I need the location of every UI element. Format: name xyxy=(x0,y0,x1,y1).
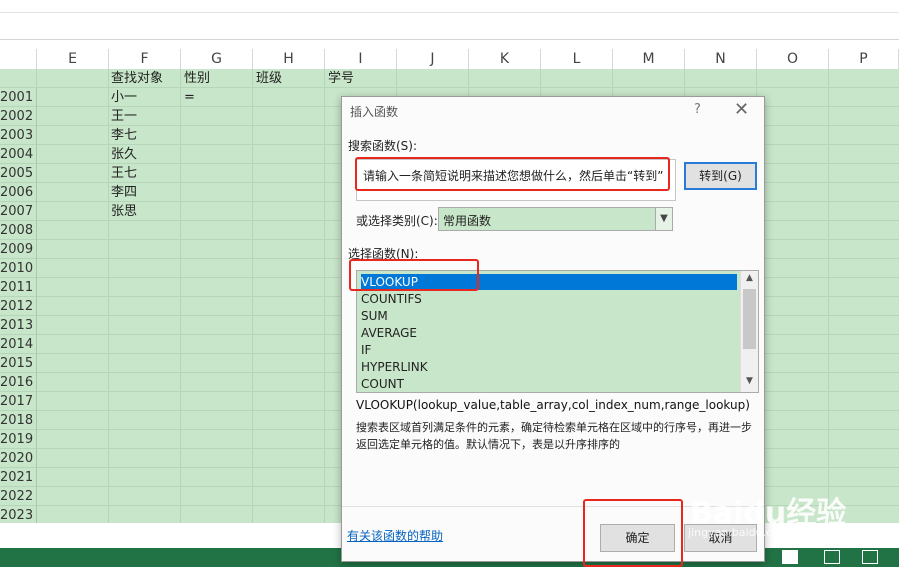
row-number[interactable]: 2021 xyxy=(0,468,37,487)
row-number[interactable]: 2020 xyxy=(0,449,37,468)
highlight-box xyxy=(583,499,683,567)
row-number[interactable]: 2005 xyxy=(0,164,37,183)
cell-i-header[interactable]: 学号 xyxy=(328,69,354,88)
go-button[interactable]: 转到(G) xyxy=(684,162,757,190)
row-number[interactable]: 2013 xyxy=(0,316,37,335)
cell-f[interactable]: 张久 xyxy=(111,145,137,164)
page-break-icon[interactable] xyxy=(862,550,878,564)
column-header-m[interactable]: M xyxy=(613,49,685,69)
cell-f-header[interactable]: 查找对象 xyxy=(111,69,163,88)
column-header-f[interactable]: F xyxy=(109,49,181,69)
column-header-o[interactable]: O xyxy=(757,49,829,69)
cell-h-header[interactable]: 班级 xyxy=(256,69,282,88)
row-number[interactable]: 2006 xyxy=(0,183,37,202)
scroll-thumb[interactable] xyxy=(743,289,756,349)
column-header-i[interactable]: I xyxy=(325,49,397,69)
column-header-j[interactable]: J xyxy=(397,49,469,69)
cell-g-formula[interactable]: = xyxy=(184,88,195,107)
highlight-box xyxy=(349,259,479,291)
cell-f[interactable]: 李七 xyxy=(111,126,137,145)
row-number[interactable]: 2011 xyxy=(0,278,37,297)
row-number[interactable]: 2012 xyxy=(0,297,37,316)
column-header-e[interactable]: E xyxy=(37,49,109,69)
row-number[interactable]: 2023 xyxy=(0,506,37,523)
cell-f[interactable]: 王一 xyxy=(111,107,137,126)
help-icon[interactable]: ? xyxy=(694,102,701,117)
column-headers: E F G H I J K L M N O P xyxy=(0,49,899,70)
row-number[interactable]: 2003 xyxy=(0,126,37,145)
row-number[interactable]: 2022 xyxy=(0,487,37,506)
list-item[interactable]: SUM xyxy=(361,308,737,324)
row-number[interactable]: 2010 xyxy=(0,259,37,278)
category-value: 常用函数 xyxy=(443,214,492,228)
row-number[interactable]: 2002 xyxy=(0,107,37,126)
function-help-link[interactable]: 有关该函数的帮助 xyxy=(347,527,443,544)
list-item[interactable]: COUNTIFS xyxy=(361,291,737,307)
column-header-g[interactable]: G xyxy=(181,49,253,69)
cell-f[interactable]: 张思 xyxy=(111,202,137,221)
close-icon[interactable]: ✕ xyxy=(734,99,749,120)
row-number[interactable]: 2019 xyxy=(0,430,37,449)
scroll-down-icon[interactable]: ▼ xyxy=(741,376,758,390)
column-header-h[interactable]: H xyxy=(253,49,325,69)
column-header-n[interactable]: N xyxy=(685,49,757,69)
row-number[interactable]: 2008 xyxy=(0,221,37,240)
chevron-down-icon[interactable]: ▼ xyxy=(655,208,672,230)
corner-cell[interactable] xyxy=(0,49,37,69)
dialog-title: 插入函数 xyxy=(350,105,399,119)
row-number[interactable]: 2018 xyxy=(0,411,37,430)
divider xyxy=(0,39,899,40)
normal-view-icon[interactable] xyxy=(782,550,798,564)
scroll-up-icon[interactable]: ▲ xyxy=(741,273,758,287)
divider xyxy=(0,12,899,13)
row-number[interactable]: 2017 xyxy=(0,392,37,411)
list-item[interactable]: COUNT xyxy=(361,376,737,392)
column-header-l[interactable]: L xyxy=(541,49,613,69)
row-number[interactable]: 2004 xyxy=(0,145,37,164)
highlight-box xyxy=(355,157,670,191)
row-number[interactable]: 2001 xyxy=(0,88,37,107)
function-description: 搜索表区域首列满足条件的元素，确定待检索单元格在区域中的行序号，再进一步返回选定… xyxy=(356,421,752,451)
row-number[interactable]: 2007 xyxy=(0,202,37,221)
cell-f[interactable]: 小一 xyxy=(111,88,137,107)
row-number[interactable]: 2016 xyxy=(0,373,37,392)
row-number[interactable]: 2015 xyxy=(0,354,37,373)
search-label: 搜索函数(S): xyxy=(348,139,418,153)
row-number[interactable]: 2009 xyxy=(0,240,37,259)
list-item[interactable]: IF xyxy=(361,342,737,358)
list-item[interactable]: AVERAGE xyxy=(361,325,737,341)
cell-g-header[interactable]: 性别 xyxy=(184,69,210,88)
list-item[interactable]: HYPERLINK xyxy=(361,359,737,375)
function-signature: VLOOKUP(lookup_value,table_array,col_ind… xyxy=(356,398,750,412)
cell-f[interactable]: 李四 xyxy=(111,183,137,202)
formula-bar-area xyxy=(0,0,899,40)
category-label: 或选择类别(C): xyxy=(356,214,438,228)
watermark-url: jingyan.baidu.com xyxy=(688,526,790,539)
column-header-p[interactable]: P xyxy=(829,49,899,69)
list-scrollbar[interactable]: ▲ ▼ xyxy=(740,271,758,392)
cell-f[interactable]: 王七 xyxy=(111,164,137,183)
column-header-k[interactable]: K xyxy=(469,49,541,69)
category-select[interactable]: 常用函数 ▼ xyxy=(438,207,673,231)
page-layout-icon[interactable] xyxy=(824,550,840,564)
row-number[interactable]: 2014 xyxy=(0,335,37,354)
